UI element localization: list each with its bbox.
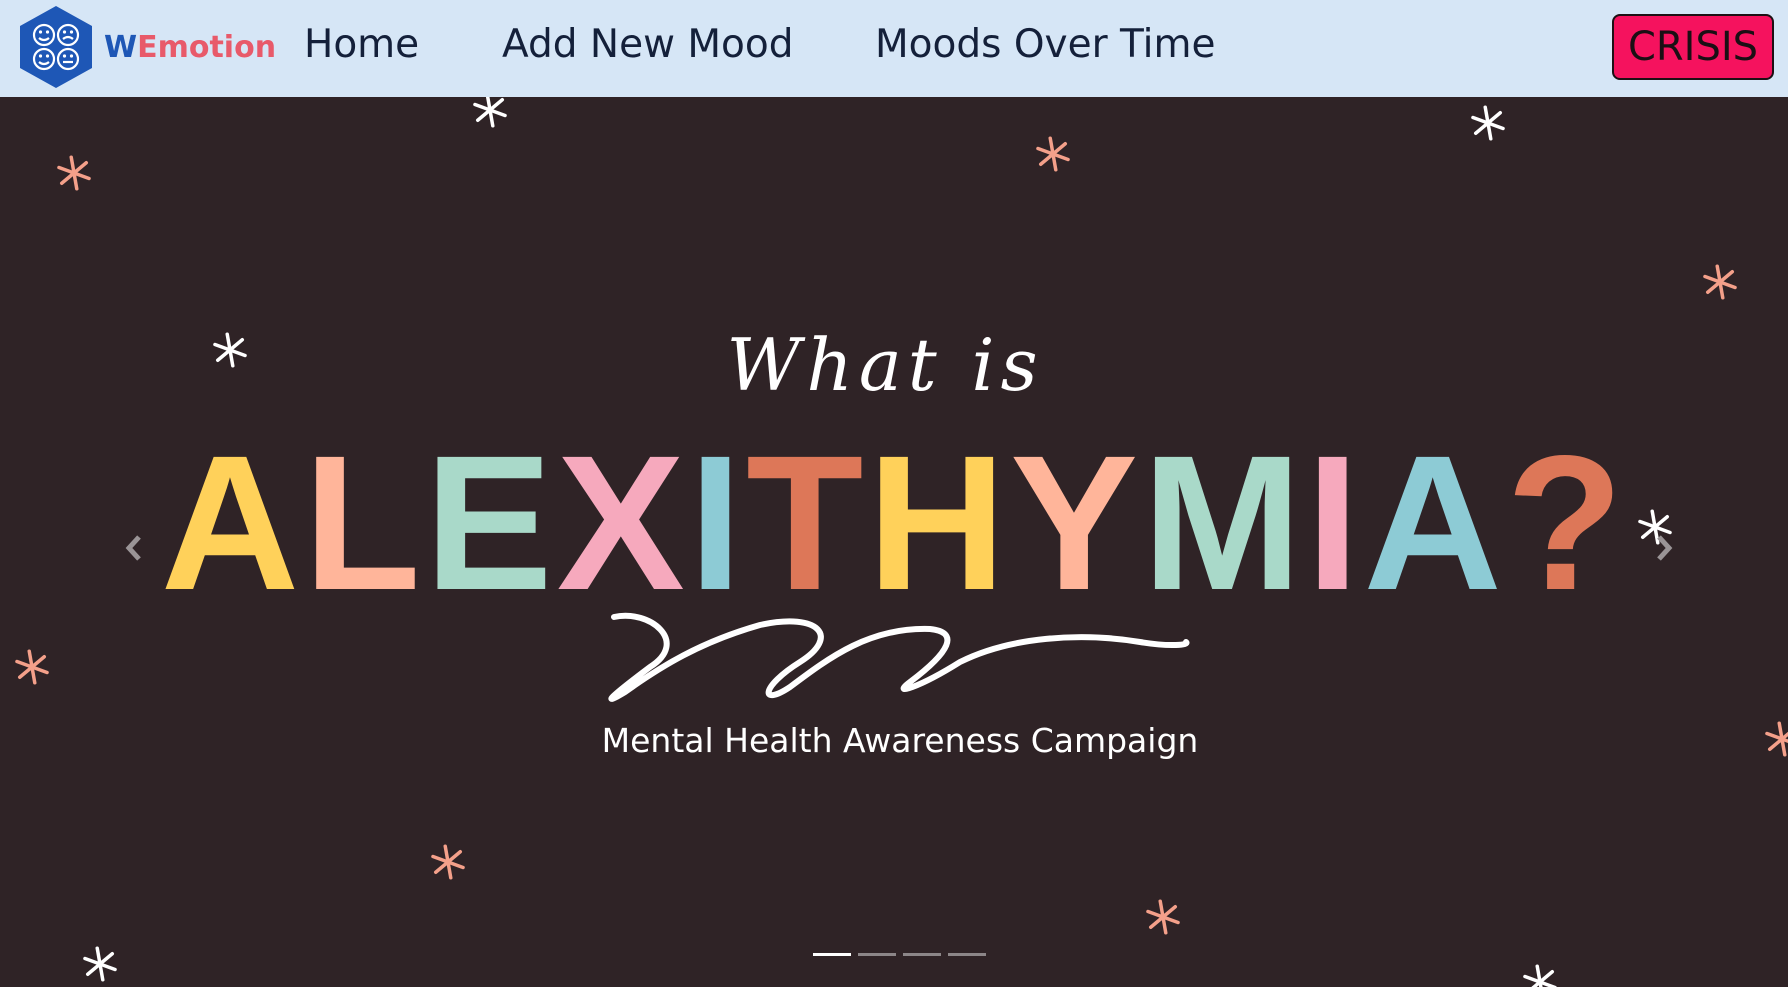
star-decoration bbox=[1765, 721, 1788, 757]
hero-title-letter: ? bbox=[1506, 415, 1627, 630]
crisis-button[interactable]: CRISIS bbox=[1612, 14, 1774, 80]
hero-title-letter: L bbox=[303, 415, 424, 630]
brand-name-w: W bbox=[104, 29, 138, 65]
chevron-left-icon bbox=[125, 535, 141, 561]
carousel-indicators bbox=[813, 953, 986, 956]
star-decoration bbox=[1036, 136, 1070, 172]
carousel-indicator-4[interactable] bbox=[948, 953, 986, 956]
brand-logo-link[interactable]: WEmotion bbox=[18, 4, 276, 90]
carousel-next-button[interactable] bbox=[1644, 523, 1684, 573]
star-decoration bbox=[1523, 964, 1557, 987]
carousel-prev-button[interactable] bbox=[114, 523, 154, 573]
hero-title-letter: A bbox=[1363, 415, 1506, 630]
hero-title-letter: I bbox=[689, 415, 746, 630]
nav-link-add-new-mood[interactable]: Add New Mood bbox=[502, 22, 794, 67]
star-decoration bbox=[1471, 105, 1505, 141]
hero-title-letter: Y bbox=[1010, 415, 1142, 630]
brand-name: WEmotion bbox=[104, 30, 276, 65]
hero-carousel: What is ALEXITHYMIA? Mental Health Aware… bbox=[0, 97, 1788, 987]
star-decoration bbox=[473, 97, 507, 128]
hero-title-letter: I bbox=[1306, 415, 1363, 630]
star-decoration bbox=[213, 332, 247, 368]
hero-title-letter: M bbox=[1142, 415, 1306, 630]
star-decoration bbox=[15, 649, 49, 685]
hero-slide-image: What is ALEXITHYMIA? Mental Health Aware… bbox=[15, 97, 1788, 987]
star-decoration bbox=[83, 946, 117, 982]
hero-prefix-text: What is bbox=[726, 323, 1043, 407]
carousel-indicator-2[interactable] bbox=[858, 953, 896, 956]
carousel-indicator-3[interactable] bbox=[903, 953, 941, 956]
star-decoration bbox=[431, 844, 465, 880]
navbar: WEmotion Home Add New Mood Moods Over Ti… bbox=[0, 0, 1788, 97]
star-decoration bbox=[1146, 899, 1180, 935]
hero-title: ALEXITHYMIA? bbox=[161, 415, 1628, 630]
star-decoration bbox=[1703, 264, 1737, 300]
brand-name-rest: Emotion bbox=[137, 29, 277, 65]
hero-title-letter: E bbox=[425, 415, 557, 630]
chevron-right-icon bbox=[1657, 535, 1673, 561]
hero-title-letter: A bbox=[161, 415, 304, 630]
star-decoration bbox=[57, 155, 91, 191]
hero-title-letter: T bbox=[746, 415, 867, 630]
wemotion-logo-icon bbox=[20, 6, 92, 88]
carousel-indicator-1[interactable] bbox=[813, 953, 851, 956]
nav-link-moods-over-time[interactable]: Moods Over Time bbox=[875, 22, 1216, 67]
hero-title-letter: H bbox=[867, 415, 1010, 630]
hero-title-letter: X bbox=[557, 415, 689, 630]
nav-link-home[interactable]: Home bbox=[304, 22, 419, 67]
hero-subtitle: Mental Health Awareness Campaign bbox=[602, 721, 1199, 760]
